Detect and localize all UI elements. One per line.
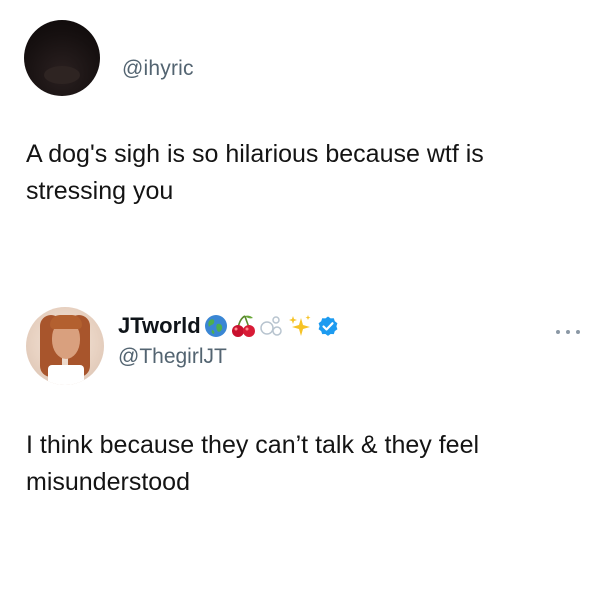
dot-icon — [576, 330, 580, 334]
name-row: JTworld — [118, 311, 340, 341]
tweet-text: I think because they can’t talk & they f… — [26, 431, 480, 496]
verified-badge-icon — [316, 314, 340, 338]
dot-icon — [556, 330, 560, 334]
avatar[interactable] — [26, 307, 104, 385]
bubbles-icon — [259, 314, 284, 338]
user-handle[interactable]: @ihyric — [122, 57, 194, 81]
original-tweet: @ihyric A dog's sigh is so hilarious bec… — [0, 0, 600, 230]
sparkles-icon — [287, 314, 313, 338]
tweet-text: A dog's sigh is so hilarious because wtf… — [26, 140, 484, 205]
globe-icon — [204, 314, 228, 338]
avatar[interactable] — [24, 20, 100, 96]
avatar-bangs — [50, 315, 82, 329]
more-options-button[interactable] — [556, 326, 580, 338]
display-name[interactable]: JTworld — [118, 313, 201, 339]
dot-icon — [566, 330, 570, 334]
cherries-icon — [231, 314, 257, 338]
avatar-collar — [48, 365, 84, 385]
user-handle[interactable]: @ThegirlJT — [118, 345, 227, 369]
